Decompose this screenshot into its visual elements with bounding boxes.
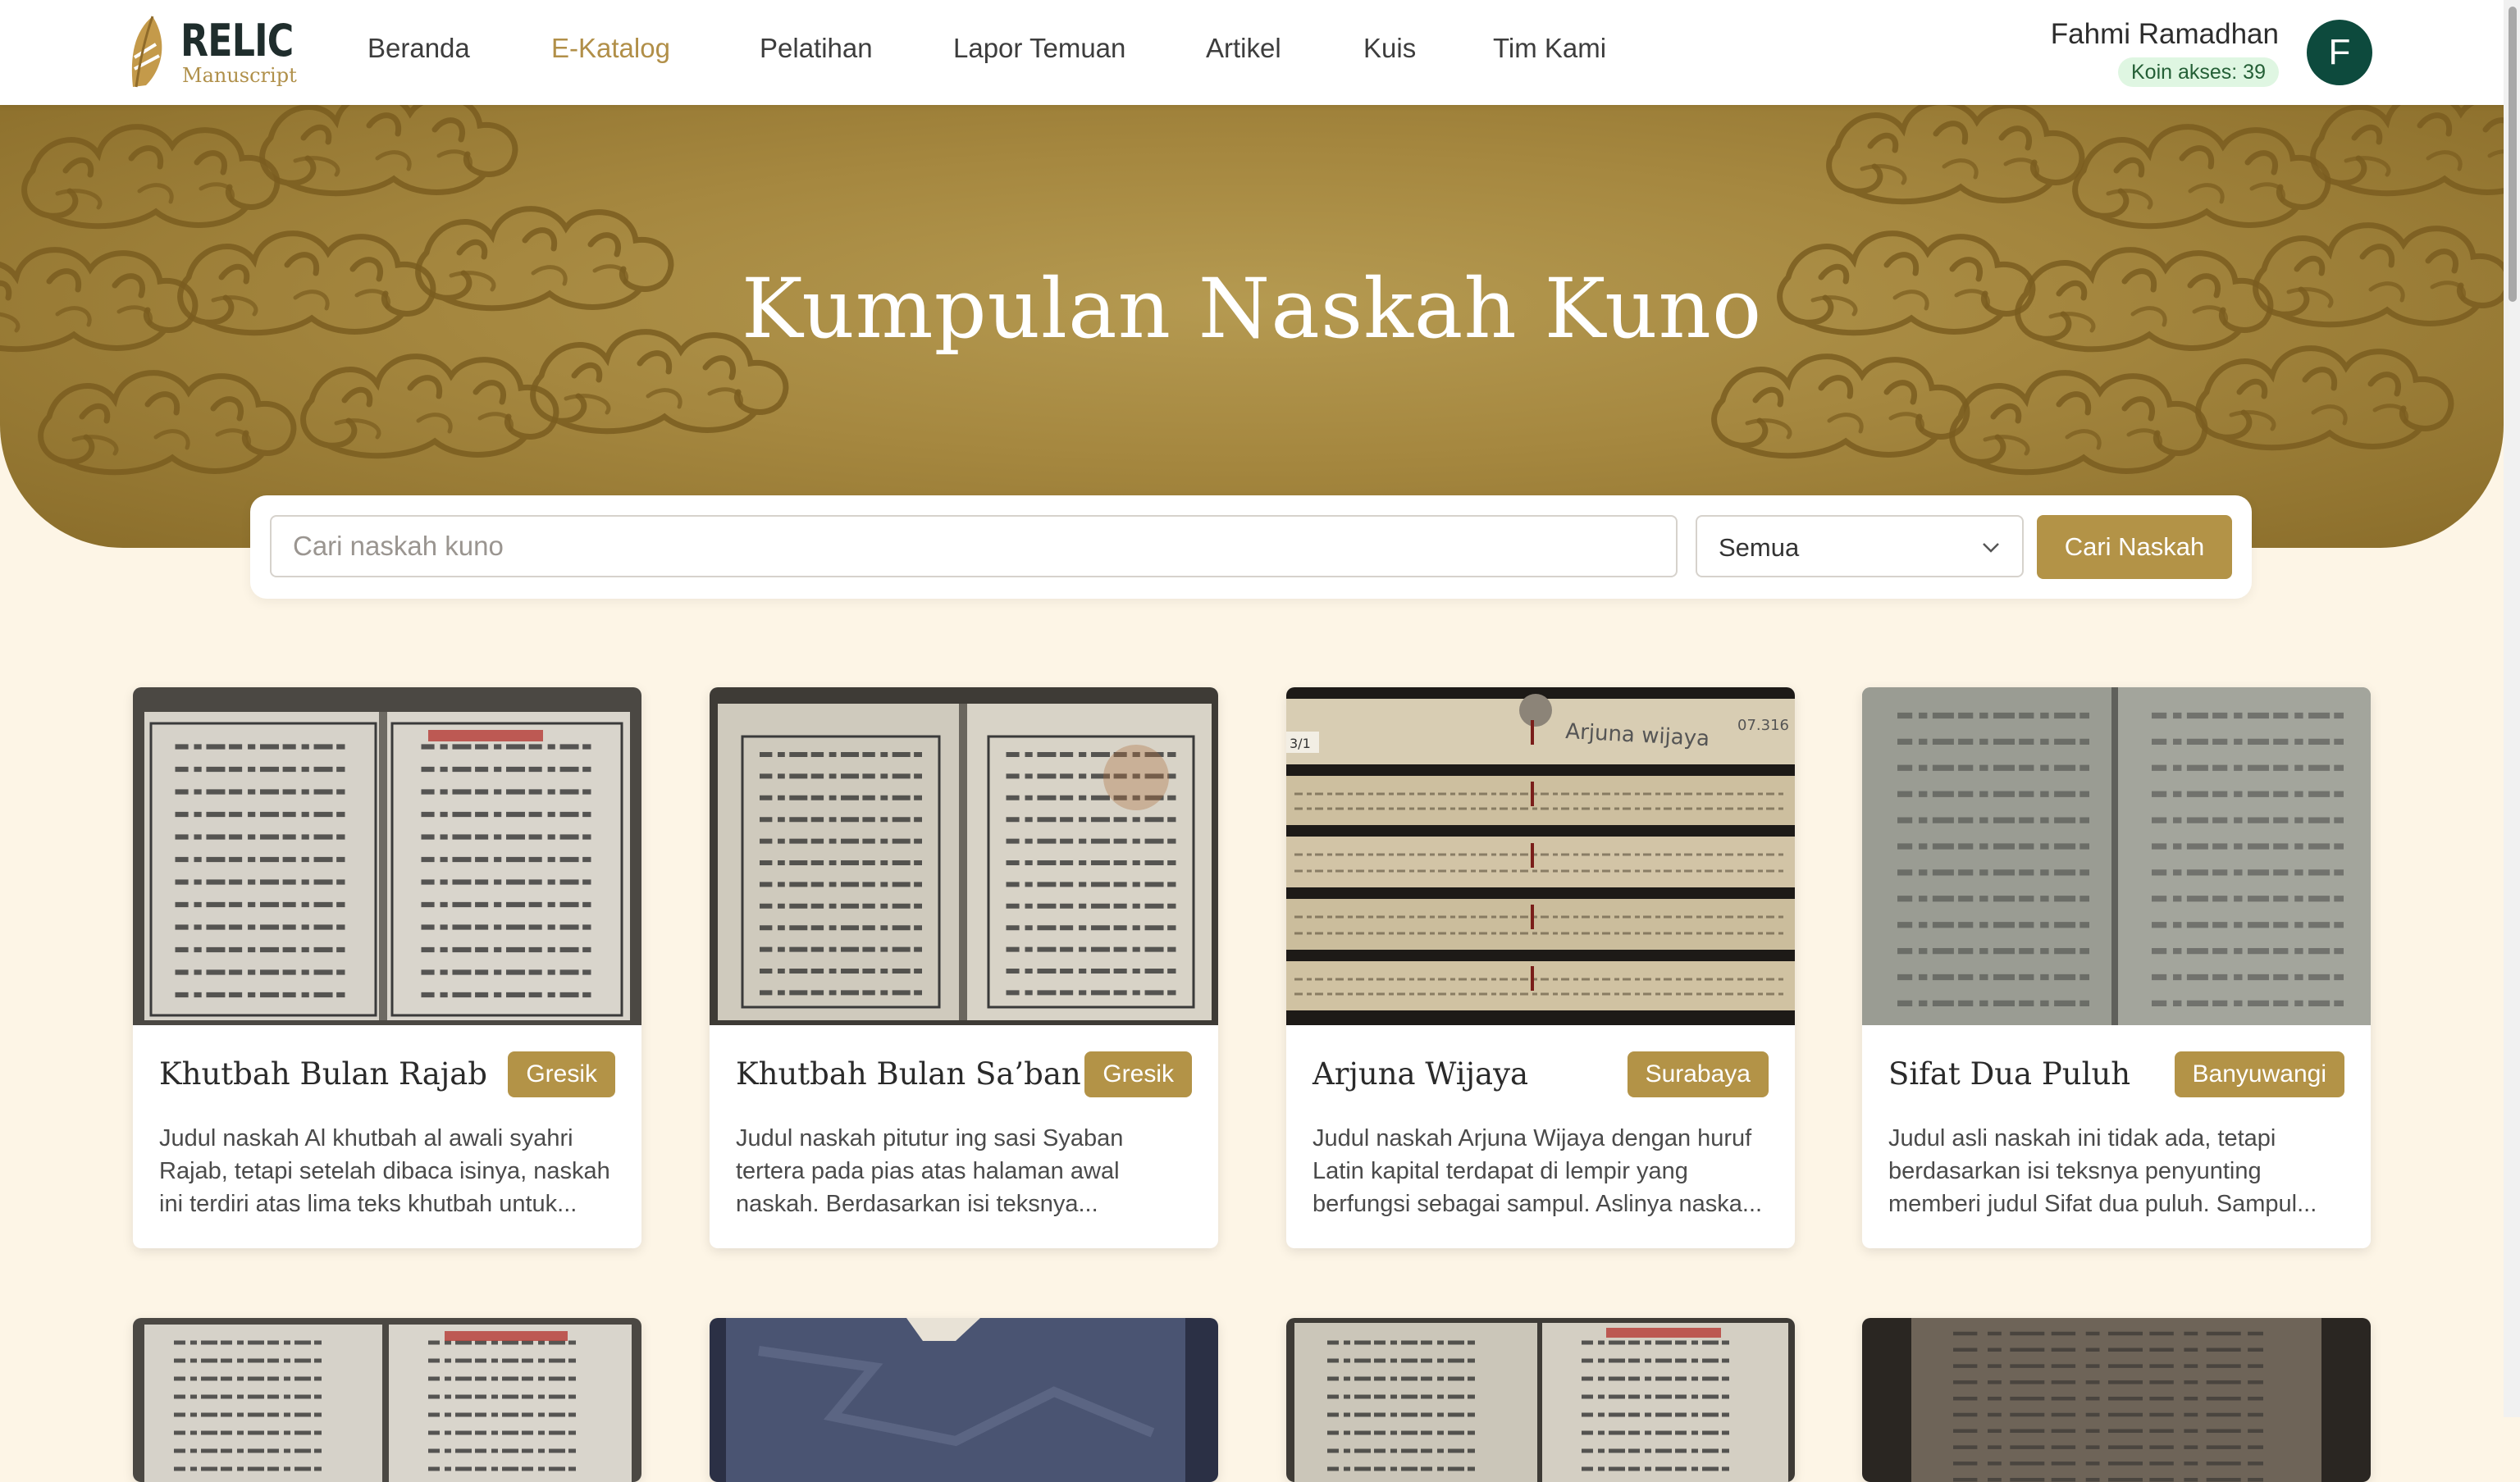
manuscript-image xyxy=(133,1318,641,1482)
hero-banner: Kumpulan Naskah Kuno xyxy=(0,105,2504,548)
card-description: Judul naskah Al khutbah al awali syahri … xyxy=(159,1125,610,1217)
svg-text:07.316: 07.316 xyxy=(1737,717,1789,734)
search-panel: Semua Cari Naskah xyxy=(250,495,2252,599)
user-avatar[interactable]: F xyxy=(2307,20,2372,85)
card-description: Judul asli naskah ini tidak ada, tetapi … xyxy=(1888,1125,2317,1217)
manuscript-card[interactable] xyxy=(1286,1318,1795,1482)
manuscript-card[interactable]: Arjuna wijaya 07.316 3/1 Arjuna Wijaya S… xyxy=(1286,687,1795,1248)
region-badge: Gresik xyxy=(1084,1051,1192,1097)
search-input[interactable] xyxy=(270,515,1678,577)
manuscript-image xyxy=(1286,1318,1795,1482)
manuscript-card[interactable] xyxy=(133,1318,641,1482)
search-button[interactable]: Cari Naskah xyxy=(2037,515,2232,579)
hero-title: Kumpulan Naskah Kuno xyxy=(741,261,1763,357)
brand-subtitle: Manuscript xyxy=(182,64,297,87)
nav-item-pelatihan[interactable]: Pelatihan xyxy=(760,33,873,64)
nav-item-tim-kami[interactable]: Tim Kami xyxy=(1493,33,1606,64)
nav-item-lapor-temuan[interactable]: Lapor Temuan xyxy=(953,33,1125,64)
brand-logo[interactable]: RELIC Manuscript xyxy=(128,15,308,90)
nav-item-kuis[interactable]: Kuis xyxy=(1363,33,1416,64)
chevron-down-icon xyxy=(1983,543,1999,553)
manuscript-card[interactable] xyxy=(1862,1318,2371,1482)
card-description: Judul naskah Arjuna Wijaya dengan huruf … xyxy=(1312,1125,1763,1217)
region-badge: Banyuwangi xyxy=(2174,1051,2344,1097)
manuscript-image xyxy=(1862,1318,2371,1482)
manuscript-image xyxy=(1862,687,2371,1025)
region-badge: Surabaya xyxy=(1627,1051,1769,1097)
page-scrollbar-thumb[interactable] xyxy=(2509,7,2517,302)
manuscript-image xyxy=(133,687,641,1025)
top-navbar: RELIC Manuscript Beranda E-Katalog Pelat… xyxy=(0,0,2520,105)
manuscript-image xyxy=(710,1318,1218,1482)
nav-item-e-katalog[interactable]: E-Katalog xyxy=(551,33,670,64)
region-filter-value: Semua xyxy=(1719,533,1800,562)
manuscript-card[interactable]: Sifat Dua Puluh Banyuwangi Judul asli na… xyxy=(1862,687,2371,1248)
manuscript-card[interactable]: Khutbah Bulan Sa’ban Gresik Judul naskah… xyxy=(710,687,1218,1248)
manuscript-image xyxy=(710,687,1218,1025)
nav-item-artikel[interactable]: Artikel xyxy=(1206,33,1281,64)
region-badge: Gresik xyxy=(508,1051,615,1097)
manuscript-card[interactable]: Khutbah Bulan Rajab Gresik Judul naskah … xyxy=(133,687,641,1248)
card-title: Arjuna Wijaya xyxy=(1312,1056,1529,1092)
nav-item-beranda[interactable]: Beranda xyxy=(368,33,470,64)
svg-text:3/1: 3/1 xyxy=(1290,736,1311,751)
region-filter-select[interactable]: Semua xyxy=(1696,515,2024,577)
manuscript-image: Arjuna wijaya 07.316 3/1 xyxy=(1286,687,1795,1025)
brand-title: RELIC xyxy=(180,15,294,66)
card-title: Khutbah Bulan Sa’ban xyxy=(736,1056,1081,1092)
coin-balance-badge: Koin akses: 39 xyxy=(2118,57,2279,87)
card-description: Judul naskah pitutur ing sasi Syaban ter… xyxy=(736,1125,1124,1217)
card-title: Khutbah Bulan Rajab xyxy=(159,1056,487,1092)
user-name[interactable]: Fahmi Ramadhan xyxy=(2051,18,2279,51)
quill-logo-icon xyxy=(131,16,162,88)
manuscript-card[interactable] xyxy=(710,1318,1218,1482)
card-title: Sifat Dua Puluh xyxy=(1888,1056,2131,1092)
